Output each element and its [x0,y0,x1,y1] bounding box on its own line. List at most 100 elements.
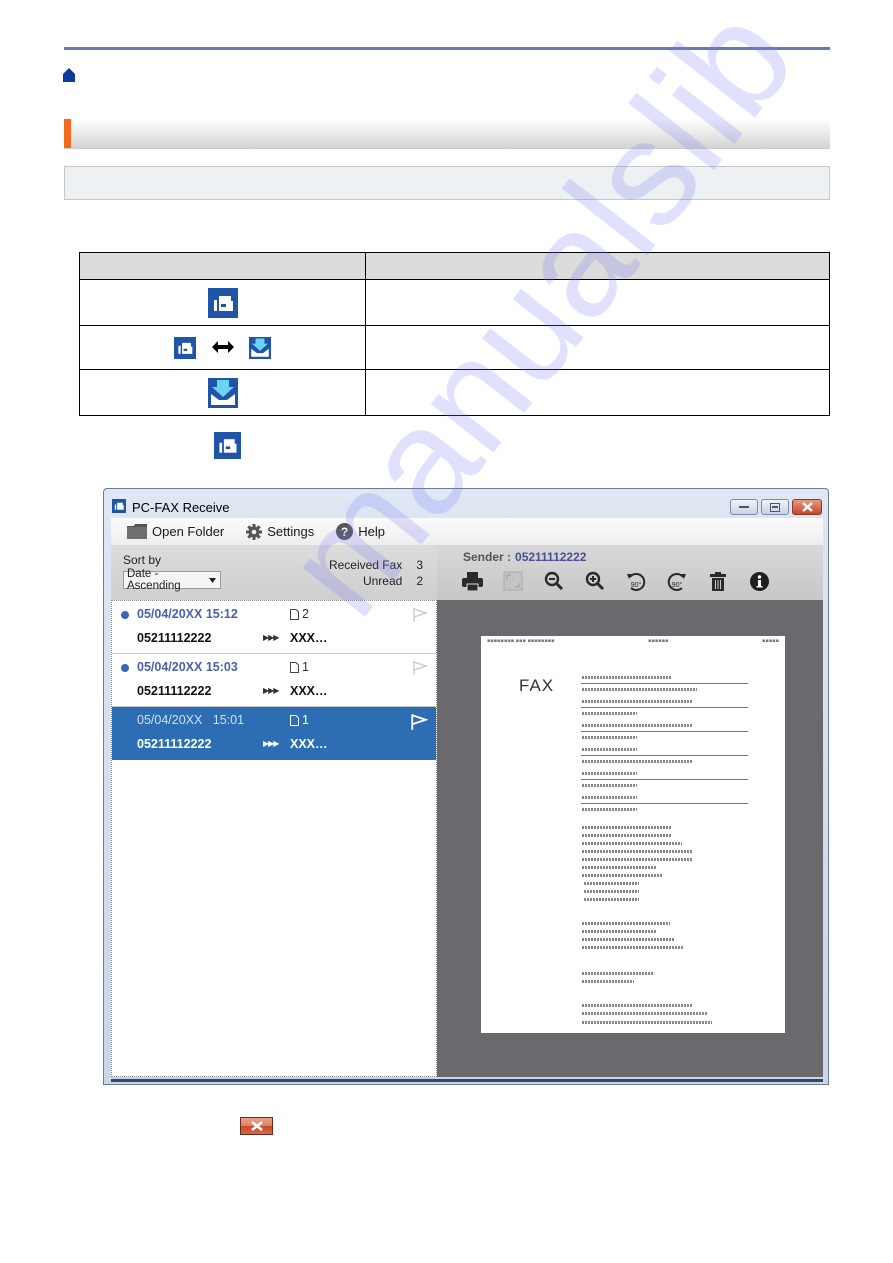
fax-text-line [582,712,637,715]
rotate-left-button[interactable]: 90° [625,570,647,592]
app-icon [112,498,126,516]
sort-dropdown[interactable]: Date - Ascending [123,568,221,592]
chevron-down-icon [209,577,216,583]
fax-text-line [582,858,692,861]
fax-text-line [582,796,637,799]
svg-text:90°: 90° [631,581,642,589]
print-button[interactable] [461,570,483,592]
pc-fax-receive-standby-icon [214,432,241,459]
info-button[interactable] [748,570,770,592]
fax-list-item-selected[interactable]: 05/04/20XX 15:01 1 05211112222 ▶▶▶ XXX… [112,707,436,760]
fax-text-line [582,724,692,727]
fax-text-line [582,700,692,703]
unread-stat: Unread 2 [362,574,423,588]
fax-rule-line [581,803,748,804]
page-icon [290,714,299,726]
sender-info: Sender :05211112222 [463,550,587,564]
fax-text-line [582,772,637,775]
home-icon[interactable] [63,68,75,82]
pc-fax-receive-new-fax-icon [207,377,238,408]
open-folder-button[interactable]: Open Folder [127,524,224,539]
fax-rule-line [581,731,748,732]
maximize-icon [770,502,780,512]
fax-text-line [582,676,672,679]
table-header-status [365,252,830,280]
fax-rule-line [581,707,748,708]
window-titlebar: PC-FAX Receive [112,497,230,517]
fax-text-line [582,980,634,983]
delete-button[interactable] [707,570,729,592]
zoom-in-icon [585,571,605,591]
preview-toolbar: 90° 90° [461,570,770,592]
pc-fax-receive-window: PC-FAX Receive Open Folder Settings ? He… [103,488,829,1085]
zoom-in-button[interactable] [584,570,606,592]
minimize-button[interactable] [730,499,758,515]
zoom-out-button[interactable] [543,570,565,592]
window-controls [730,499,822,515]
fax-text-line [582,938,674,941]
fax-text-line [582,688,697,691]
forward-arrows-icon: ▶▶▶ [263,633,280,642]
rotate-left-90-icon: 90° [627,572,646,591]
fax-text-line [582,1021,712,1024]
fax-rule-line [581,683,748,684]
flag-icon[interactable] [410,713,428,731]
preview-header: Sender :05211112222 90° 90° [437,545,823,600]
gear-icon [246,523,263,540]
close-icon [801,502,813,512]
fit-page-button[interactable] [502,570,524,592]
zoom-out-icon [544,571,564,591]
close-button-illustration [240,1117,273,1135]
table-header-icon [79,252,366,280]
forward-arrows-icon: ▶▶▶ [263,686,280,695]
table-header-row [79,252,830,280]
fax-text-line [582,736,637,739]
note-box [64,166,830,200]
help-button[interactable]: ? Help [336,523,385,540]
fax-rule-line [581,779,748,780]
section-heading-bar [64,119,830,149]
rotate-right-90-icon: 90° [667,572,686,591]
fax-text-line [582,850,692,853]
fax-list-item[interactable]: 05/04/20XX 15:12 2 05211112222 ▶▶▶ XXX… [112,601,436,654]
icon-status-table [79,252,830,416]
row-description [365,325,830,370]
flag-icon[interactable] [412,607,428,623]
fax-list-item[interactable]: 05/04/20XX 15:03 1 05211112222 ▶▶▶ XXX… [112,654,436,707]
double-arrow-icon [211,338,234,357]
forward-arrows-icon: ▶▶▶ [263,739,280,748]
fax-text-line [584,898,639,901]
window-bottom-border [111,1079,823,1082]
list-header: Sort by Date - Ascending Received Fax 3 … [111,545,437,600]
fax-rule-line [581,755,748,756]
flag-icon[interactable] [412,660,428,676]
unread-dot-icon [121,611,129,619]
help-icon: ? [336,523,354,540]
fax-text-line [582,808,637,811]
fax-page-preview[interactable]: ▪▪▪▪▪▪▪▪ ▪▪▪ ▪▪▪▪▪▪▪▪ ▪▪▪▪▪▪ ▪▪▪▪▪ FAX [481,636,785,1033]
settings-button[interactable]: Settings [246,523,314,540]
menu-bar: Open Folder Settings ? Help [111,518,823,545]
maximize-button[interactable] [761,499,789,515]
table-row [79,325,830,370]
fax-text-line [582,834,672,837]
unread-dot-icon [121,664,129,672]
section-accent [64,119,71,148]
page-icon [290,661,299,673]
fax-preview-pane: ▪▪▪▪▪▪▪▪ ▪▪▪ ▪▪▪▪▪▪▪▪ ▪▪▪▪▪▪ ▪▪▪▪▪ FAX [437,600,823,1077]
minimize-icon [739,506,749,508]
table-row [79,369,830,416]
close-button[interactable] [792,499,822,515]
top-rule [64,47,830,50]
fax-heading: FAX [519,676,555,695]
fax-text-line [584,882,639,885]
svg-text:90°: 90° [672,581,683,589]
received-fax-stat: Received Fax 3 [328,558,423,572]
fax-text-line [582,874,662,877]
fax-text-line [582,922,670,925]
table-row [79,279,830,326]
fax-list: 05/04/20XX 15:12 2 05211112222 ▶▶▶ XXX… … [111,600,437,1077]
fax-text-line [582,760,692,763]
fax-text-line [582,1004,692,1007]
rotate-right-button[interactable]: 90° [666,570,688,592]
